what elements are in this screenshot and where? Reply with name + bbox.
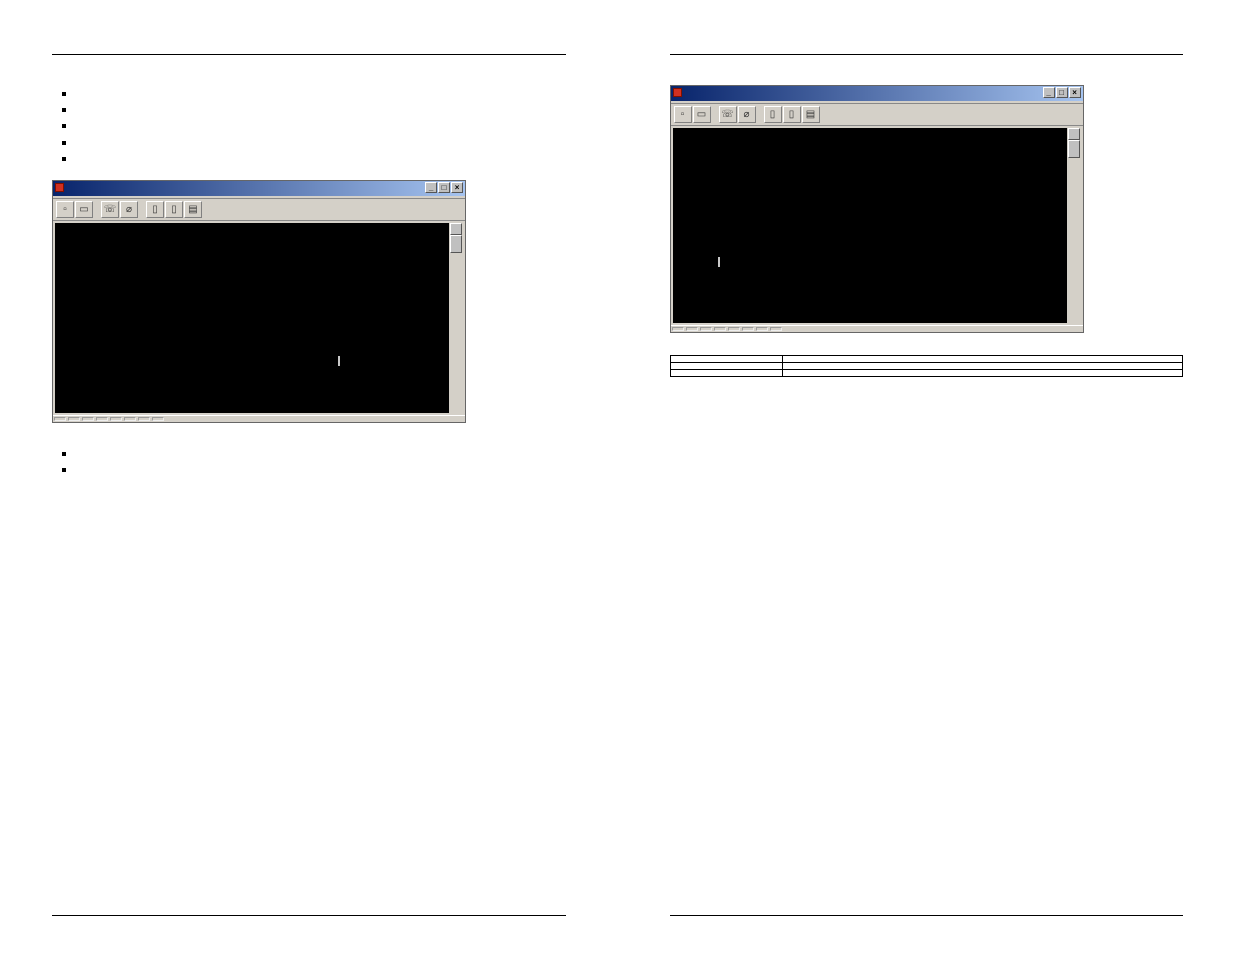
bullet [76, 117, 566, 133]
toolbar: ▫ ▭ ☏ ⌀ ▯ ▯ ▤ [53, 199, 465, 221]
open-icon[interactable]: ▭ [75, 201, 93, 218]
minimize-icon[interactable]: _ [425, 182, 437, 193]
close-icon[interactable]: × [451, 182, 463, 193]
disconnect-icon[interactable]: ⌀ [738, 106, 756, 123]
th [783, 356, 1183, 363]
ok-button[interactable] [718, 257, 720, 267]
terminal-screen[interactable] [673, 128, 1081, 323]
bullet [76, 85, 566, 101]
status-item [68, 417, 80, 421]
connect-icon[interactable]: ☏ [101, 201, 119, 218]
scroll-up-icon[interactable] [1068, 128, 1080, 140]
send-icon[interactable]: ▯ [764, 106, 782, 123]
status-item [124, 417, 136, 421]
scroll-thumb[interactable] [450, 235, 462, 253]
td [670, 370, 783, 377]
new-icon[interactable]: ▫ [56, 201, 74, 218]
terminal-screen[interactable] [55, 223, 463, 413]
add-button[interactable] [338, 356, 340, 366]
status-item [686, 327, 698, 331]
document-spread: _ □ × ▫ ▭ ☏ ⌀ ▯ ▯ [0, 0, 1235, 954]
page-footer-right [670, 915, 1184, 918]
status-item [82, 417, 94, 421]
th [670, 356, 783, 363]
status-item [728, 327, 740, 331]
maximize-icon[interactable]: □ [438, 182, 450, 193]
td [783, 370, 1183, 377]
disconnect-icon[interactable]: ⌀ [120, 201, 138, 218]
right-page: _ □ × ▫ ▭ ☏ ⌀ ▯ ▯ [618, 0, 1235, 954]
properties-icon[interactable]: ▤ [802, 106, 820, 123]
right-body-after [670, 355, 1184, 377]
properties-icon[interactable]: ▤ [184, 201, 202, 218]
connect-icon[interactable]: ☏ [719, 106, 737, 123]
bullet [76, 134, 566, 150]
left-body [52, 85, 566, 166]
page-header-right [670, 52, 1184, 55]
page-footer-left [52, 915, 566, 918]
status-item [96, 417, 108, 421]
scroll-thumb[interactable] [1068, 140, 1080, 158]
status-item [700, 327, 712, 331]
toolbar: ▫ ▭ ☏ ⌀ ▯ ▯ ▤ [671, 104, 1083, 126]
left-page: _ □ × ▫ ▭ ☏ ⌀ ▯ ▯ [0, 0, 618, 954]
app-icon [55, 183, 64, 192]
param-table [670, 355, 1184, 377]
term-actions-row [63, 345, 443, 378]
status-item [54, 417, 66, 421]
hyperterminal-window-2: _ □ × ▫ ▭ ☏ ⌀ ▯ ▯ [670, 85, 1084, 333]
close-icon[interactable]: × [1069, 87, 1081, 98]
status-item [714, 327, 726, 331]
status-item [770, 327, 782, 331]
minimize-icon[interactable]: _ [1043, 87, 1055, 98]
hyperterminal-window-1: _ □ × ▫ ▭ ☏ ⌀ ▯ ▯ [52, 180, 466, 423]
window-titlebar[interactable]: _ □ × [671, 86, 1083, 101]
status-item [138, 417, 150, 421]
send-icon[interactable]: ▯ [146, 201, 164, 218]
td [670, 363, 783, 370]
scroll-up-icon[interactable] [450, 223, 462, 235]
status-item [152, 417, 164, 421]
left-body-after [52, 445, 566, 477]
new-icon[interactable]: ▫ [674, 106, 692, 123]
bullet [76, 445, 566, 461]
term-nav-row-1 [681, 246, 1061, 257]
window-titlebar[interactable]: _ □ × [53, 181, 465, 196]
app-icon [673, 88, 682, 97]
term-nav-row-2 [681, 257, 1061, 268]
receive-icon[interactable]: ▯ [165, 201, 183, 218]
status-item [110, 417, 122, 421]
bullet [76, 101, 566, 117]
page-header-left [52, 52, 566, 55]
status-item [742, 327, 754, 331]
bullet [76, 150, 566, 166]
status-item [756, 327, 768, 331]
td [783, 363, 1183, 370]
receive-icon[interactable]: ▯ [783, 106, 801, 123]
bullet [76, 461, 566, 477]
open-icon[interactable]: ▭ [693, 106, 711, 123]
statusbar [53, 415, 465, 422]
statusbar [671, 325, 1083, 332]
status-item [672, 327, 684, 331]
maximize-icon[interactable]: □ [1056, 87, 1068, 98]
